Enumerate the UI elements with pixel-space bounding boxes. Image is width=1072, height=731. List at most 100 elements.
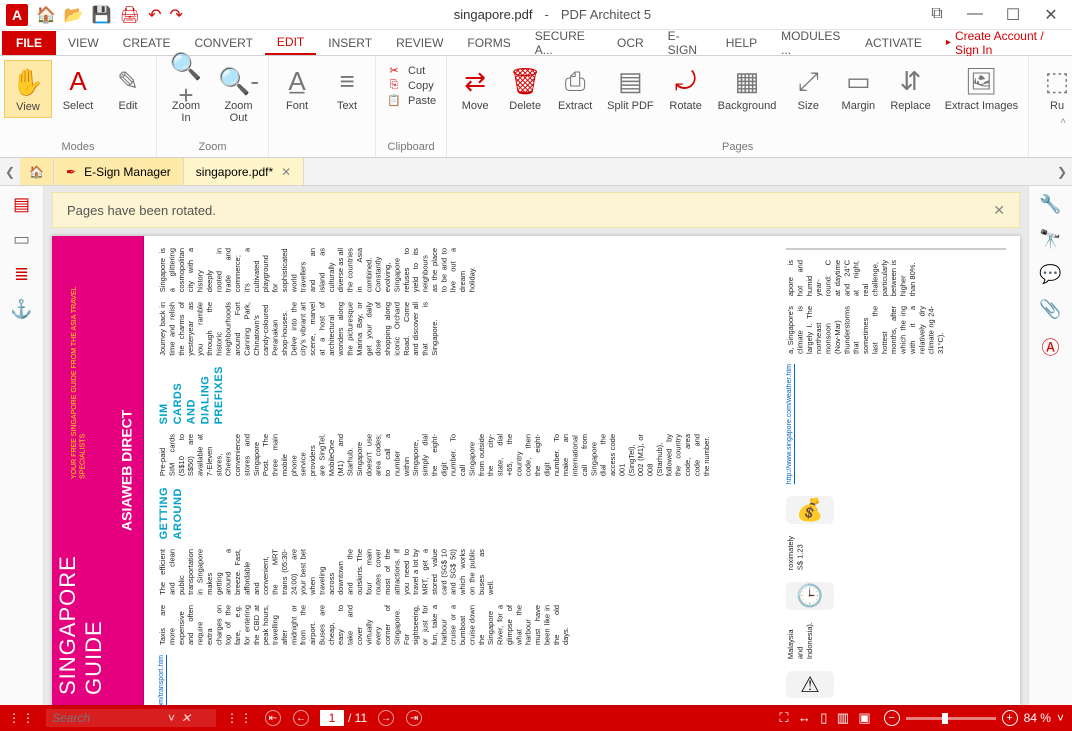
copy-icon: ⎘ <box>386 79 402 92</box>
zoom-in-button[interactable]: + <box>1002 710 1018 726</box>
close-icon[interactable]: ✕ <box>181 711 191 725</box>
extract-button[interactable]: ⎙Extract <box>551 60 599 116</box>
close-icon[interactable]: ✕ <box>1036 5 1066 25</box>
attachment-icon[interactable]: 📎 <box>1039 299 1061 320</box>
cut-button[interactable]: ✂Cut <box>386 64 436 77</box>
tab-ocr[interactable]: OCR <box>605 30 656 55</box>
tab-view[interactable]: VIEW <box>56 30 111 55</box>
bookmarks-icon[interactable]: ▭ <box>13 229 30 250</box>
two-page-icon[interactable]: ▣ <box>858 710 870 725</box>
view-mode-icons: ⛶ ↔ ▯ ▥ ▣ <box>776 710 873 726</box>
pdf-page[interactable]: SINGAPORE GUIDE YOUR FREE SINGAPORE GUID… <box>52 236 1020 705</box>
group-label: Pages <box>447 141 1028 157</box>
maximize-icon[interactable]: ☐ <box>998 5 1028 25</box>
right-side-panel: 🔧 🔭 💬 📎 Ⓐ <box>1028 186 1072 705</box>
tab-forms[interactable]: FORMS <box>455 30 522 55</box>
save-icon[interactable]: 💾 <box>92 5 112 25</box>
search-box[interactable]: ˅ ✕ <box>46 709 216 727</box>
delete-button[interactable]: 🗑Delete <box>501 60 549 116</box>
stamp-icon[interactable]: Ⓐ <box>1042 334 1060 360</box>
ribbon: ✋View ASelect ✎Edit Modes 🔍+Zoom In 🔍-Zo… <box>0 56 1072 158</box>
group-pages: ⇄Move 🗑Delete ⎙Extract ▤Split PDF ⤾Rotat… <box>447 56 1029 157</box>
binoculars-icon[interactable]: 🔭 <box>1039 229 1061 250</box>
collapse-ribbon-icon[interactable]: ˄ <box>1060 116 1066 127</box>
minimize-icon[interactable]: — <box>960 5 990 25</box>
page-current[interactable]: 1 <box>320 710 344 726</box>
currency-icon: 💰 <box>786 496 834 524</box>
fit-width-icon[interactable]: ↔ <box>798 710 811 725</box>
continuous-icon[interactable]: ▥ <box>837 710 849 725</box>
tab-modules[interactable]: MODULES ... <box>769 30 853 55</box>
doc-tab-esign[interactable]: ✒E-Sign Manager <box>54 158 184 185</box>
file-tab[interactable]: FILE <box>2 31 56 55</box>
zoom-value: 84 % <box>1024 711 1051 725</box>
chevron-down-icon[interactable]: ˅ <box>168 711 175 725</box>
paste-button[interactable]: 📋Paste <box>386 94 436 107</box>
doc-tab-home[interactable]: 🏠 <box>20 158 54 185</box>
font-button[interactable]: A̲Font <box>273 60 321 116</box>
section-heading: SIM CARDS AND DIALING PREFIXES <box>158 366 772 424</box>
ru-button[interactable]: ⬚Ru <box>1033 60 1072 116</box>
page-indicator: 1 / 11 <box>320 710 367 726</box>
comment-icon[interactable]: 💬 <box>1039 264 1061 285</box>
print-icon[interactable]: 🖨 <box>120 5 140 25</box>
redo-icon[interactable]: ↷ <box>169 5 182 25</box>
group-label: Modes <box>0 141 156 157</box>
restore-down-icon[interactable]: ⧉ <box>922 5 952 25</box>
zoom-out-button[interactable]: 🔍-Zoom Out <box>213 60 264 128</box>
doc-tab-document[interactable]: singapore.pdf*✕ <box>184 158 304 185</box>
zoom-control: − + 84 % ˅ <box>884 710 1064 726</box>
tab-secure[interactable]: SECURE A... <box>523 30 605 55</box>
clock-icon: 🕒 <box>786 582 834 610</box>
move-button[interactable]: ⇄Move <box>451 60 499 116</box>
notification-bar: Pages have been rotated. ✕ <box>52 192 1020 228</box>
extract-images-button[interactable]: 🖼Extract Images <box>939 60 1024 116</box>
tab-insert[interactable]: INSERT <box>316 30 384 55</box>
zoom-slider[interactable] <box>906 717 996 720</box>
rotate-button[interactable]: ⤾Rotate <box>662 60 710 116</box>
zoom-in-button[interactable]: 🔍+Zoom In <box>161 60 211 128</box>
tab-nav-right[interactable]: ❯ <box>1052 165 1072 179</box>
background-button[interactable]: ▦Background <box>712 60 783 116</box>
close-tab-icon[interactable]: ✕ <box>281 165 291 179</box>
home-icon[interactable]: 🏠 <box>36 5 56 25</box>
body-text: The efficient and clean public transport… <box>158 549 772 595</box>
hyperlink[interactable]: http://www.singapore.com/weather.htm <box>786 364 1006 484</box>
edit-button[interactable]: ✎Edit <box>104 60 152 116</box>
hyperlink[interactable]: http://www.singapore.com/transport.htm <box>158 655 772 705</box>
single-page-icon[interactable]: ▯ <box>820 710 827 725</box>
search-input[interactable] <box>52 711 162 725</box>
body-text: Journey back in time and relish the char… <box>158 302 772 356</box>
tab-activate[interactable]: ACTIVATE <box>853 30 934 55</box>
tab-edit[interactable]: EDIT <box>265 30 316 55</box>
layers-icon[interactable]: ≣ <box>14 264 29 285</box>
thumbnails-icon[interactable]: ▤ <box>13 194 30 215</box>
zoom-out-button[interactable]: − <box>884 710 900 726</box>
select-button[interactable]: ASelect <box>54 60 102 116</box>
tab-nav-left[interactable]: ❮ <box>0 165 20 179</box>
margin-button[interactable]: ▭Margin <box>834 60 882 116</box>
tab-help[interactable]: HELP <box>714 30 769 55</box>
paste-icon: 📋 <box>386 94 402 107</box>
close-notification-icon[interactable]: ✕ <box>993 202 1005 219</box>
text-button[interactable]: ≡Text <box>323 60 371 116</box>
undo-icon[interactable]: ↶ <box>148 5 161 25</box>
size-button[interactable]: ⤢Size <box>784 60 832 116</box>
replace-button[interactable]: ⇵Replace <box>884 60 936 116</box>
chevron-down-icon[interactable]: ˅ <box>1057 711 1064 725</box>
tab-esign[interactable]: E-SIGN <box>656 30 714 55</box>
view-button[interactable]: ✋View <box>4 60 52 118</box>
tools-icon[interactable]: 🔧 <box>1039 194 1061 215</box>
page-next[interactable]: → <box>377 710 395 727</box>
body-text: apore is hot and humid year-round: C at … <box>786 260 1006 296</box>
split-button[interactable]: ▤Split PDF <box>601 60 659 116</box>
page-prev[interactable]: ← <box>292 710 310 727</box>
open-icon[interactable]: 📂 <box>64 5 84 25</box>
page-last[interactable]: ⇥ <box>405 710 423 727</box>
tab-review[interactable]: REVIEW <box>384 30 455 55</box>
account-link[interactable]: Create Account / Sign In <box>934 30 1072 55</box>
page-first[interactable]: ⇤ <box>264 710 282 727</box>
copy-button[interactable]: ⎘Copy <box>386 79 436 92</box>
fullscreen-icon[interactable]: ⛶ <box>779 710 788 725</box>
anchor-icon[interactable]: ⚓ <box>10 299 32 320</box>
